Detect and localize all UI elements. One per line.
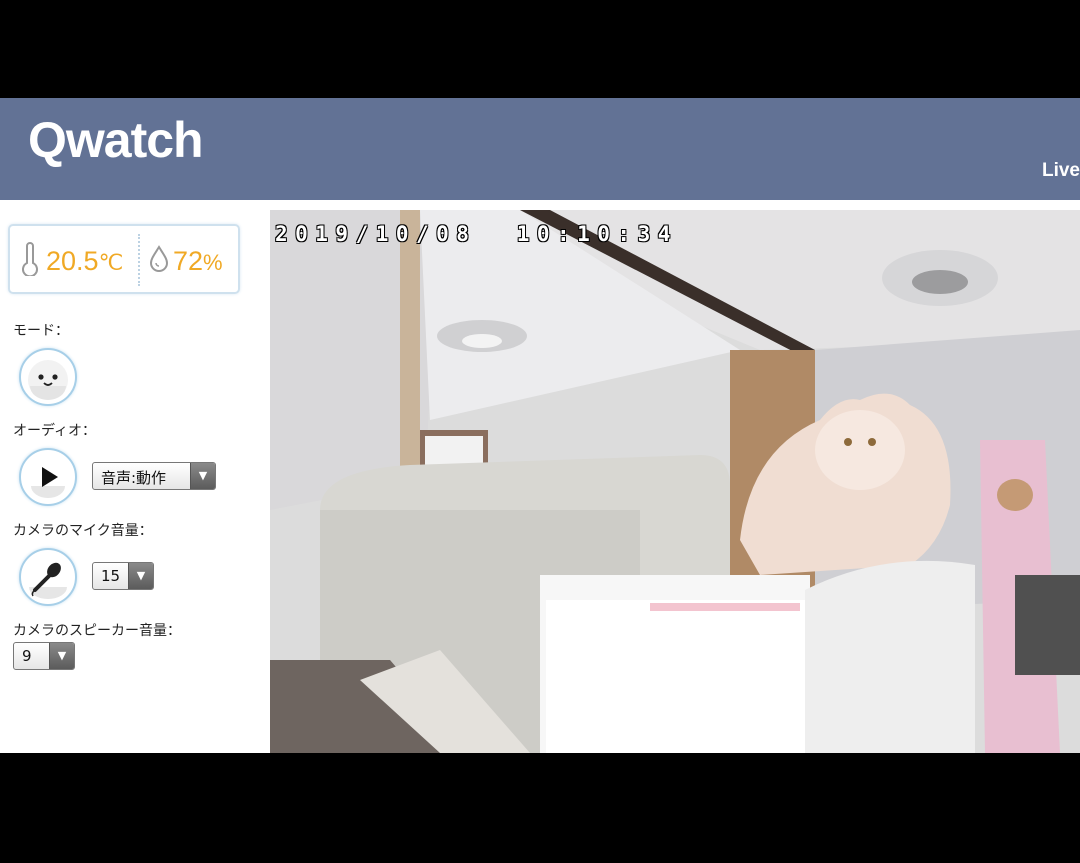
smiley-mode-icon bbox=[28, 360, 68, 400]
mode-label: モード： bbox=[13, 323, 69, 339]
dropdown-arrow-icon: ▼ bbox=[49, 643, 74, 669]
live-view-link[interactable]: Live bbox=[1042, 160, 1080, 182]
mic-button[interactable] bbox=[19, 548, 77, 606]
speaker-volume-select[interactable]: 9 ▼ bbox=[13, 642, 75, 670]
humidity-value: 72% bbox=[173, 246, 223, 276]
video-timestamp: 2019/10/08 10:10:34 bbox=[275, 222, 678, 246]
panel-divider bbox=[138, 234, 140, 286]
mode-button[interactable] bbox=[19, 348, 77, 406]
mic-volume-label: カメラのマイク音量： bbox=[13, 523, 153, 539]
audio-play-button[interactable] bbox=[19, 448, 77, 506]
humidity-drop-icon bbox=[149, 245, 169, 272]
thermometer-icon bbox=[22, 242, 38, 276]
audio-mode-select[interactable]: 音声:動作 ▼ bbox=[92, 462, 216, 490]
app-screen: Qwatch Live 20.5℃ 72% モード： オーディオ： 音声:動作 … bbox=[0, 98, 1080, 753]
camera-scene bbox=[270, 210, 1080, 753]
temperature-value: 20.5℃ bbox=[46, 246, 124, 276]
environment-panel: 20.5℃ 72% bbox=[8, 224, 240, 294]
control-sidebar: 20.5℃ 72% モード： オーディオ： 音声:動作 ▼ カメラのマイク音量：… bbox=[0, 208, 262, 753]
header-bar: Qwatch Live bbox=[0, 98, 1080, 200]
dropdown-arrow-icon: ▼ bbox=[128, 563, 153, 589]
mic-volume-select[interactable]: 15 ▼ bbox=[92, 562, 154, 590]
microphone-icon bbox=[29, 562, 67, 599]
play-icon bbox=[31, 467, 65, 498]
dropdown-arrow-icon: ▼ bbox=[190, 463, 215, 489]
audio-label: オーディオ： bbox=[13, 423, 97, 439]
speaker-volume-label: カメラのスピーカー音量： bbox=[13, 623, 181, 639]
live-camera-feed[interactable]: 2019/10/08 10:10:34 bbox=[270, 210, 1080, 753]
app-logo: Qwatch bbox=[28, 112, 204, 168]
